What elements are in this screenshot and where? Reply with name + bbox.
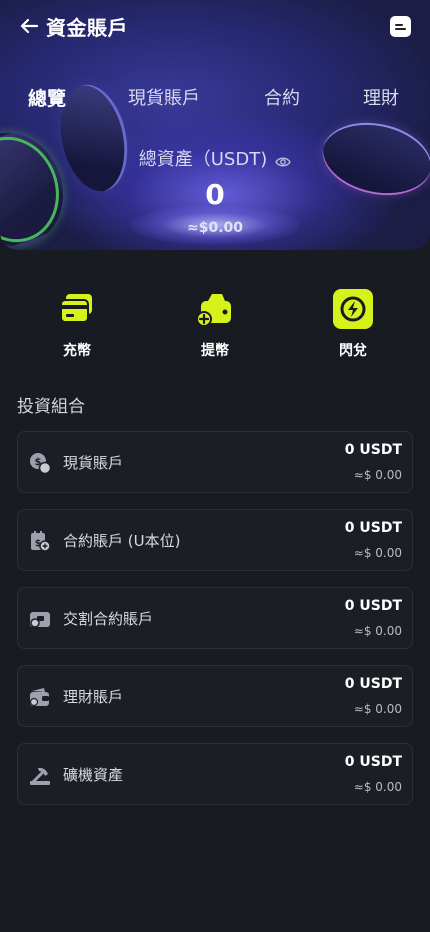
account-mining[interactable]: 礦機資產 0 USDT ≈$ 0.00 [17,743,413,805]
wallet-icon [29,686,51,708]
top-bar: 資金賬戶 [0,0,430,52]
account-amount: 0 USDT [344,676,402,692]
account-fiat: ≈$ 0.00 [353,546,402,560]
eye-icon[interactable] [275,152,292,167]
lightning-icon [333,289,373,329]
account-amount: 0 USDT [344,520,402,536]
deposit-button[interactable]: 充幣 [42,289,112,360]
delivery-icon [29,608,51,630]
swap-button[interactable]: 閃兌 [318,289,388,360]
account-fiat: ≈$ 0.00 [353,624,402,638]
account-amount: 0 USDT [344,754,402,770]
swap-label: 閃兌 [339,343,367,359]
deposit-label: 充幣 [63,343,91,359]
account-list: $ 現貨賬戶 0 USDT ≈$ 0.00 $ 合約賬戶 (U本位) 0 USD… [17,431,413,821]
withdraw-wallet-icon [195,289,235,329]
account-amount: 0 USDT [344,598,402,614]
coins-icon: $ [29,452,52,475]
account-finance[interactable]: 理財賬戶 0 USDT ≈$ 0.00 [17,665,413,727]
arrow-left-icon[interactable] [18,15,40,37]
account-amount: 0 USDT [344,442,402,458]
tab-finance[interactable]: 理財 [363,84,399,110]
card-icon [57,289,97,329]
quick-actions: 充幣 提幣 閃兌 [0,289,430,369]
account-fiat: ≈$ 0.00 [353,780,402,794]
tab-overview[interactable]: 總覽 [28,84,66,111]
account-name: 現貨賬戶 [63,454,124,472]
tab-contract[interactable]: 合約 [264,84,300,110]
overview-hero: 資金賬戶 總覽 現貨賬戶 合約 理財 總資產（USDT) 0 ≈$0.00 [0,0,430,250]
tab-spot[interactable]: 現貨賬戶 [128,84,200,110]
withdraw-label: 提幣 [201,343,229,359]
total-asset-value: 0 [205,178,225,211]
account-spot[interactable]: $ 現貨賬戶 0 USDT ≈$ 0.00 [17,431,413,493]
account-name: 合約賬戶 (U本位) [63,532,181,550]
total-asset-row: 總資產（USDT) [0,145,430,171]
contract-icon: $ [29,530,51,552]
account-contract[interactable]: $ 合約賬戶 (U本位) 0 USDT ≈$ 0.00 [17,509,413,571]
account-tabs: 總覽 現貨賬戶 合約 理財 [0,84,430,116]
account-name: 交割合約賬戶 [63,610,154,628]
total-asset-label: 總資產（USDT) [138,149,268,170]
document-icon[interactable] [390,16,411,37]
page-title: 資金賬戶 [46,15,128,40]
account-delivery-contract[interactable]: 交割合約賬戶 0 USDT ≈$ 0.00 [17,587,413,649]
withdraw-button[interactable]: 提幣 [180,289,250,360]
account-fiat: ≈$ 0.00 [353,468,402,482]
total-asset-fiat: ≈$0.00 [186,220,243,236]
mining-icon [29,764,51,786]
account-name: 理財賬戶 [63,688,124,706]
portfolio-title: 投資組合 [17,397,85,417]
account-name: 礦機資產 [63,766,124,784]
account-fiat: ≈$ 0.00 [353,702,402,716]
